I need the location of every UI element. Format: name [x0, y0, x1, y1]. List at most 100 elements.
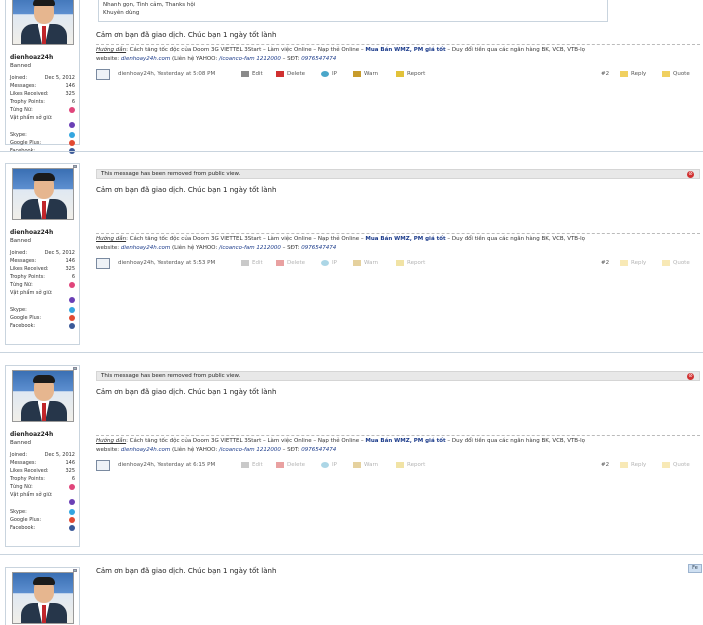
warn-icon	[353, 260, 361, 266]
gender-icon	[69, 107, 75, 113]
stat-trophy: Trophy Points: 6	[10, 99, 75, 105]
edit-icon	[241, 71, 249, 77]
user-info-panel: dienhoaz24h Banned Joined: Dec 5, 2012 Me…	[5, 163, 80, 345]
select-checkbox[interactable]	[96, 69, 110, 80]
edit-button[interactable]: Edit	[241, 258, 263, 268]
post-author-date[interactable]: dienhoay24h, Yesterday at 5:08 PM	[118, 69, 215, 79]
sig-yahoo-link[interactable]: /icoanco-fam 1212000	[219, 245, 281, 251]
reply-button[interactable]: Reply	[620, 460, 646, 470]
report-icon	[396, 260, 404, 266]
avatar[interactable]	[11, 572, 74, 624]
edit-icon	[241, 462, 249, 468]
post-separator	[0, 151, 703, 152]
user-title: Banned	[10, 238, 31, 244]
stat-likes: Likes Received: 325	[10, 468, 75, 474]
removed-icon[interactable]: ⊘	[687, 171, 694, 178]
gender-icon	[69, 484, 75, 490]
skype-icon[interactable]	[69, 509, 75, 515]
skype-icon[interactable]	[69, 132, 75, 138]
stat-gplus: Google Plus:	[10, 516, 75, 524]
delete-button[interactable]: Delete	[276, 69, 305, 79]
removed-icon[interactable]: ⊘	[687, 373, 694, 380]
edit-button[interactable]: Edit	[241, 460, 263, 470]
select-checkbox[interactable]	[96, 460, 110, 471]
edit-button[interactable]: Edit	[241, 69, 263, 79]
delete-icon	[276, 71, 284, 77]
user-title: Banned	[10, 63, 31, 69]
signature: Hướng dẫn: Cách tăng tốc độc của Doom 3G…	[96, 44, 700, 64]
item-icon[interactable]	[69, 297, 75, 303]
warn-button[interactable]: Warn	[353, 460, 378, 470]
quote-icon	[662, 462, 670, 468]
post-number[interactable]: #2	[601, 69, 609, 79]
username[interactable]: dienhoaz24h	[10, 430, 75, 439]
sig-website-link[interactable]: dienhoay24h.com	[121, 447, 170, 453]
stat-messages: Messages: 146	[10, 258, 75, 264]
post-author-date[interactable]: dienhoay24h, Yesterday at 6:15 PM	[118, 460, 215, 470]
post-message: Cảm ơn bạn đã giao dịch. Chúc bạn 1 ngày…	[96, 388, 277, 396]
sig-website-link[interactable]: dienhoay24h.com	[121, 56, 170, 62]
report-button[interactable]: Report	[396, 69, 425, 79]
stat-joined: Joined: Dec 5, 2012	[10, 75, 75, 81]
reply-icon	[620, 462, 628, 468]
report-button[interactable]: Report	[396, 460, 425, 470]
quote-button[interactable]: Quote	[662, 69, 690, 79]
sig-link[interactable]: Mua Bán WMZ, PM giá tốt	[365, 47, 445, 53]
sig-yahoo-link[interactable]: /icoanco-fam 1212000	[219, 56, 281, 62]
corner-icon	[73, 367, 77, 370]
facebook-icon[interactable]	[69, 525, 75, 531]
item-icon[interactable]	[69, 122, 75, 128]
ip-icon	[321, 462, 329, 468]
quote-button[interactable]: Quote	[662, 460, 690, 470]
quote-button[interactable]: Quote	[662, 258, 690, 268]
google-plus-icon[interactable]	[69, 140, 75, 146]
skype-icon[interactable]	[69, 307, 75, 313]
select-checkbox[interactable]	[96, 258, 110, 269]
stat-messages: Messages: 146	[10, 460, 75, 466]
stat-items: Vật phẩm sở giữ:	[10, 115, 53, 121]
facebook-icon[interactable]	[69, 323, 75, 329]
post-separator	[0, 554, 703, 555]
username[interactable]: dienhoaz24h	[10, 228, 75, 237]
google-plus-icon[interactable]	[69, 517, 75, 523]
stat-gender: Từng Nữ:	[10, 106, 75, 114]
user-info-panel: dienhoaz24h Banned Joined: Dec 5, 2012 Me…	[5, 0, 80, 154]
sig-link[interactable]: Mua Bán WMZ, PM giá tốt	[365, 438, 445, 444]
warn-button[interactable]: Warn	[353, 69, 378, 79]
avatar[interactable]	[11, 370, 74, 422]
reply-button[interactable]: Reply	[620, 258, 646, 268]
post-number[interactable]: #2	[601, 258, 609, 268]
quote-icon	[662, 71, 670, 77]
gender-icon	[69, 282, 75, 288]
sig-website-link[interactable]: dienhoay24h.com	[121, 245, 170, 251]
post-footer: dienhoay24h, Yesterday at 5:08 PM Edit D…	[96, 69, 700, 81]
delete-button[interactable]: Delete	[276, 460, 305, 470]
ip-button[interactable]: IP	[321, 69, 337, 79]
delete-button[interactable]: Delete	[276, 258, 305, 268]
post-number[interactable]: #2	[601, 460, 609, 470]
ip-button[interactable]: IP	[321, 258, 337, 268]
reply-button[interactable]: Reply	[620, 69, 646, 79]
feedback-button[interactable]: Fe	[688, 564, 702, 573]
ip-button[interactable]: IP	[321, 460, 337, 470]
delete-icon	[276, 260, 284, 266]
google-plus-icon[interactable]	[69, 315, 75, 321]
avatar[interactable]	[11, 0, 74, 45]
signature: Hướng dẫn: Cách tăng tốc độc của Doom 3G…	[96, 435, 700, 455]
stat-likes: Likes Received: 325	[10, 266, 75, 272]
stat-messages: Messages: 146	[10, 83, 75, 89]
sig-link[interactable]: Mua Bán WMZ, PM giá tốt	[365, 236, 445, 242]
item-icon[interactable]	[69, 499, 75, 505]
post-author-date[interactable]: dienhoay24h, Yesterday at 5:53 PM	[118, 258, 215, 268]
edit-icon	[241, 260, 249, 266]
avatar[interactable]	[11, 168, 74, 220]
post-message: Cảm ơn bạn đã giao dịch. Chúc bạn 1 ngày…	[96, 186, 277, 194]
warn-button[interactable]: Warn	[353, 258, 378, 268]
removed-notice: This message has been removed from publi…	[96, 169, 700, 179]
username[interactable]: dienhoaz24h	[10, 53, 75, 62]
ip-icon	[321, 260, 329, 266]
stat-trophy: Trophy Points: 6	[10, 476, 75, 482]
report-button[interactable]: Report	[396, 258, 425, 268]
quote-icon	[662, 260, 670, 266]
sig-yahoo-link[interactable]: /icoanco-fam 1212000	[219, 447, 281, 453]
